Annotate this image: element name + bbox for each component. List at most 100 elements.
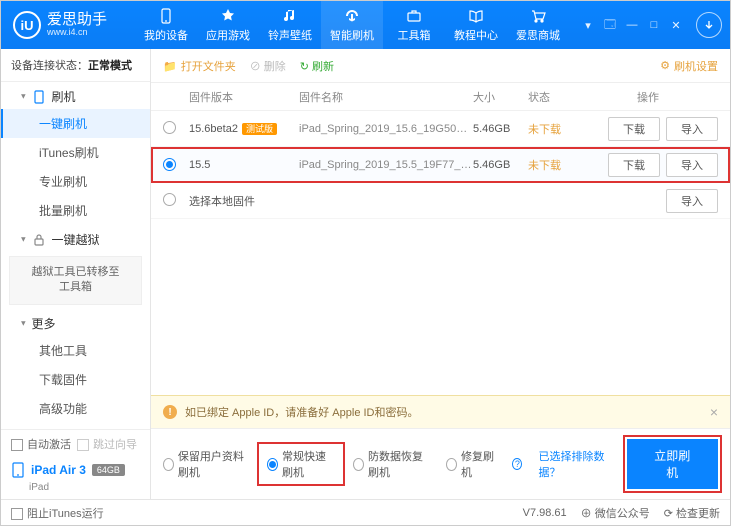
col-version: 固件版本: [189, 89, 299, 105]
status-bar: 阻止iTunes运行 V7.98.61 ⊕ 微信公众号 ⟳ 检查更新: [1, 499, 730, 525]
music-icon: [281, 7, 299, 25]
brand-name: 爱思助手: [47, 12, 107, 29]
table-row[interactable]: 15.5 iPad_Spring_2019_15.5_19F77_Restore…: [151, 147, 730, 183]
version-label: V7.98.61: [523, 507, 567, 519]
toolbox-icon: [405, 7, 423, 25]
group-jailbreak[interactable]: 一键越狱: [1, 225, 150, 252]
col-name: 固件名称: [299, 89, 473, 105]
nav-toolbox[interactable]: 工具箱: [383, 1, 445, 49]
book-icon: [467, 7, 485, 25]
row-radio[interactable]: [163, 158, 176, 171]
jailbreak-notice: 越狱工具已转移至 工具箱: [9, 256, 142, 305]
appleid-warning: ! 如已绑定 Apple ID，请准备好 Apple ID和密码。 ×: [151, 395, 730, 428]
row-radio[interactable]: [163, 193, 176, 206]
group-more[interactable]: 更多: [1, 309, 150, 336]
main-panel: 📁打开文件夹 ⊘ 删除 ↻ 刷新 ⚙刷机设置 固件版本 固件名称 大小 状态 操…: [151, 49, 730, 499]
delete-button[interactable]: ⊘ 删除: [250, 58, 286, 74]
mode-keep-data[interactable]: 保留用户资料刷机: [163, 448, 249, 480]
close-button[interactable]: ✕: [666, 16, 686, 34]
table-header: 固件版本 固件名称 大小 状态 操作: [151, 83, 730, 111]
check-update-link[interactable]: ⟳ 检查更新: [664, 505, 720, 521]
flash-group-icon: [32, 90, 46, 104]
firmware-size: 5.46GB: [473, 159, 528, 171]
maximize-button[interactable]: □: [644, 16, 664, 34]
app-icon: [219, 7, 237, 25]
firmware-status: 未下载: [528, 121, 578, 137]
download-button[interactable]: 下载: [608, 153, 660, 177]
cart-icon: [529, 7, 547, 25]
table-row-local[interactable]: 选择本地固件 导入: [151, 183, 730, 219]
phone-icon: [157, 7, 175, 25]
group-flash[interactable]: 刷机: [1, 82, 150, 109]
gear-icon: ⚙: [660, 59, 670, 72]
nav-flash[interactable]: 智能刷机: [321, 1, 383, 49]
flash-now-button[interactable]: 立即刷机: [627, 439, 718, 489]
auto-activate-checkbox[interactable]: 自动激活: [11, 436, 71, 452]
sidebar-item-oneclick[interactable]: 一键刷机: [1, 109, 150, 138]
block-itunes-checkbox[interactable]: 阻止iTunes运行: [11, 505, 104, 521]
local-firmware-label: 选择本地固件: [189, 193, 578, 209]
nav-store[interactable]: 爱思商城: [507, 1, 569, 49]
row-radio[interactable]: [163, 121, 176, 134]
connection-status: 设备连接状态：正常模式: [1, 49, 150, 82]
col-size: 大小: [473, 89, 528, 105]
wechat-link[interactable]: ⊕ 微信公众号: [581, 505, 650, 521]
mode-antirecovery[interactable]: 防数据恢复刷机: [353, 448, 430, 480]
mode-normal[interactable]: 常规快速刷机: [257, 442, 345, 486]
sidebar-item-pro[interactable]: 专业刷机: [1, 167, 150, 196]
flash-mode-bar: 保留用户资料刷机 常规快速刷机 防数据恢复刷机 修复刷机 ? 已选择排除数据？ …: [151, 428, 730, 499]
firmware-name: iPad_Spring_2019_15.6_19G5037d_Restore.i…: [299, 123, 473, 135]
device-name: iPad Air 3: [31, 463, 86, 477]
download-manager-button[interactable]: [696, 12, 722, 38]
device-box: 自动激活 跳过向导 iPad Air 3 64GB iPad: [1, 429, 150, 499]
beta-tag: 测试版: [242, 123, 277, 135]
sidebar: 设备连接状态：正常模式 刷机 一键刷机 iTunes刷机 专业刷机 批量刷机 一…: [1, 49, 151, 499]
mode-repair[interactable]: 修复刷机: [446, 448, 496, 480]
download-button[interactable]: 下载: [608, 117, 660, 141]
warning-icon: !: [163, 405, 177, 419]
table-row[interactable]: 15.6beta2测试版 iPad_Spring_2019_15.6_19G50…: [151, 111, 730, 147]
nav-tutorial[interactable]: 教程中心: [445, 1, 507, 49]
minimize-button[interactable]: —: [622, 16, 642, 34]
sidebar-item-advanced[interactable]: 高级功能: [1, 394, 150, 423]
help-icon[interactable]: ?: [512, 458, 522, 470]
refresh-button[interactable]: ↻ 刷新: [300, 58, 334, 74]
feedback-button[interactable]: 🗔: [600, 16, 620, 34]
folder-icon: 📁: [163, 61, 177, 73]
nav-my-device[interactable]: 我的设备: [135, 1, 197, 49]
col-ops: 操作: [578, 89, 718, 105]
brand-url: www.i4.cn: [47, 28, 107, 38]
toolbar: 📁打开文件夹 ⊘ 删除 ↻ 刷新 ⚙刷机设置: [151, 49, 730, 83]
skip-guide-checkbox[interactable]: 跳过向导: [77, 436, 137, 452]
import-button[interactable]: 导入: [666, 189, 718, 213]
sidebar-item-download[interactable]: 下载固件: [1, 365, 150, 394]
warning-text: 如已绑定 Apple ID，请准备好 Apple ID和密码。: [185, 404, 419, 420]
nav-tabs: 我的设备 应用游戏 铃声壁纸 智能刷机 工具箱 教程中心 爱思商城: [135, 1, 569, 49]
warning-close-button[interactable]: ×: [710, 404, 718, 420]
title-bar: iU 爱思助手 www.i4.cn 我的设备 应用游戏 铃声壁纸 智能刷机 工具…: [1, 1, 730, 49]
nav-ringtone[interactable]: 铃声壁纸: [259, 1, 321, 49]
brand: 爱思助手 www.i4.cn: [47, 12, 107, 38]
firmware-status: 未下载: [528, 157, 578, 173]
menu-button[interactable]: ▾: [578, 16, 598, 34]
flash-settings-button[interactable]: ⚙刷机设置: [660, 58, 718, 74]
import-button[interactable]: 导入: [666, 117, 718, 141]
window-controls: ▾ 🗔 — □ ✕: [578, 12, 722, 38]
app-logo: iU: [13, 11, 41, 39]
col-status: 状态: [528, 89, 578, 105]
sidebar-item-other[interactable]: 其他工具: [1, 336, 150, 365]
firmware-size: 5.46GB: [473, 123, 528, 135]
nav-apps[interactable]: 应用游戏: [197, 1, 259, 49]
device-capacity: 64GB: [92, 464, 125, 476]
sidebar-item-batch[interactable]: 批量刷机: [1, 196, 150, 225]
exclude-data-link[interactable]: 已选择排除数据？: [538, 448, 610, 480]
sidebar-item-itunes[interactable]: iTunes刷机: [1, 138, 150, 167]
firmware-table: 固件版本 固件名称 大小 状态 操作 15.6beta2测试版 iPad_Spr…: [151, 83, 730, 395]
lock-icon: [32, 233, 46, 247]
device-type: iPad: [1, 482, 150, 499]
firmware-name: iPad_Spring_2019_15.5_19F77_Restore.ipsw: [299, 159, 473, 171]
open-folder-button[interactable]: 📁打开文件夹: [163, 58, 236, 74]
import-button[interactable]: 导入: [666, 153, 718, 177]
tablet-icon: [11, 462, 25, 478]
flash-icon: [343, 7, 361, 25]
